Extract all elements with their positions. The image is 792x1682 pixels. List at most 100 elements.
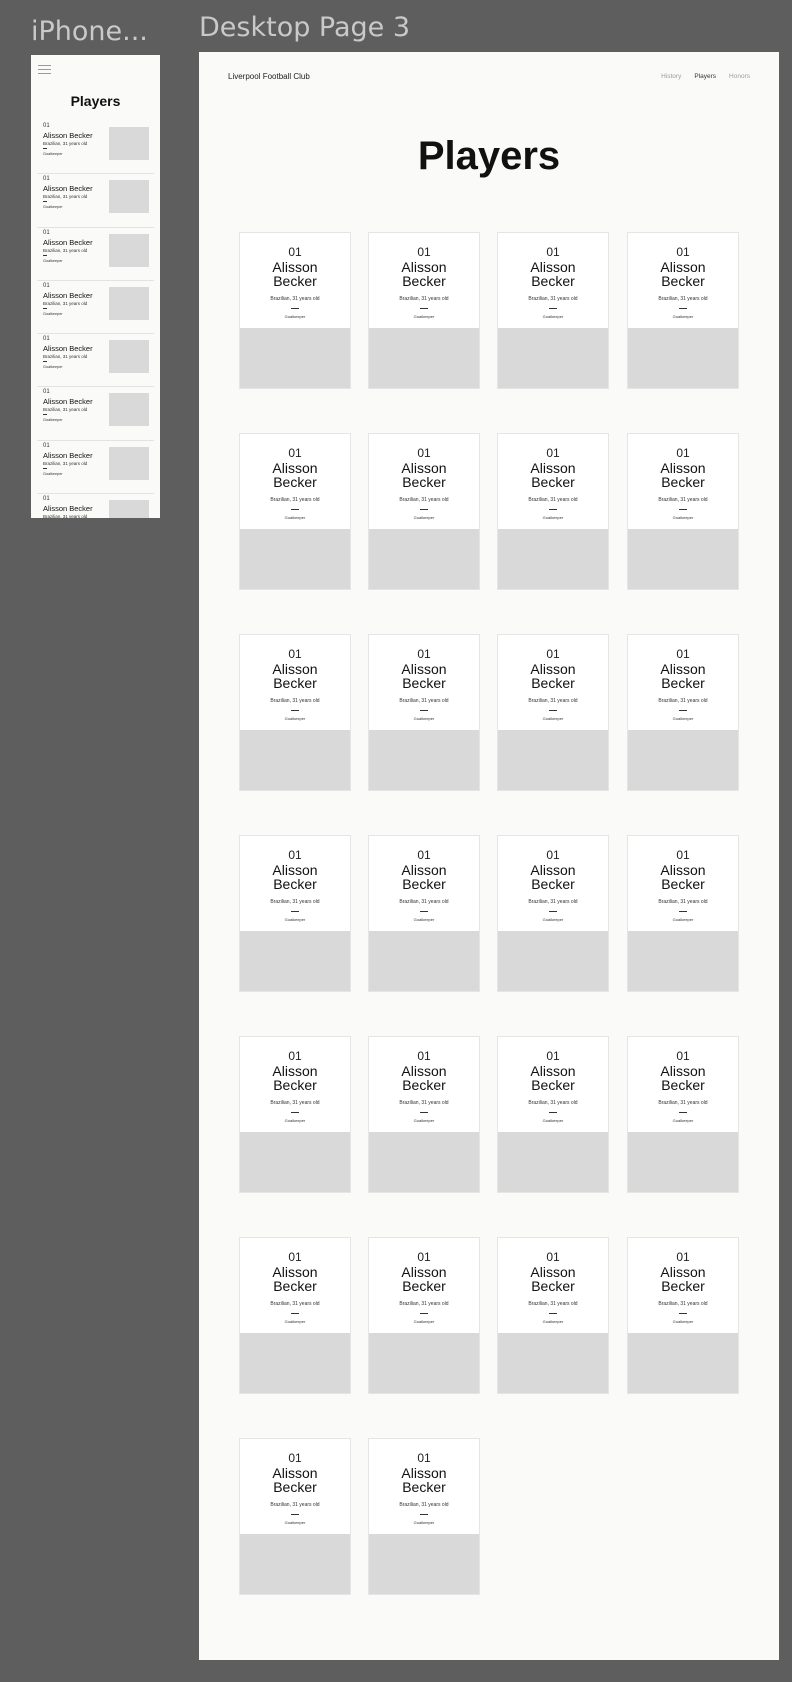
list-item[interactable]: 01Alisson BeckerBrazilian, 31 years oldG… — [37, 441, 154, 495]
player-photo-placeholder — [498, 931, 608, 991]
player-card[interactable]: 01 Alisson Becker Brazilian, 31 years old Go… — [497, 232, 609, 389]
player-card[interactable]: 01 Alisson Becker Brazilian, 31 years old Go… — [239, 433, 351, 590]
nav-link-history[interactable]: History — [661, 73, 681, 80]
player-photo-placeholder — [369, 931, 479, 991]
player-photo-placeholder — [628, 328, 738, 388]
hamburger-menu-icon[interactable] — [38, 65, 51, 74]
player-name: Alisson Becker — [369, 260, 479, 288]
player-card[interactable]: 01 Alisson Becker Brazilian, 31 years old Go… — [627, 1036, 739, 1193]
divider-dash — [679, 509, 687, 510]
player-position: Goalkeeper — [43, 205, 63, 210]
player-card[interactable]: 01 Alisson Becker Brazilian, 31 years old Go… — [627, 835, 739, 992]
list-item[interactable]: 01Alisson BeckerBrazilian, 31 years oldG… — [37, 174, 154, 228]
player-name: Alisson Becker — [369, 461, 479, 489]
player-card[interactable]: 01 Alisson Becker Brazilian, 31 years old Go… — [627, 634, 739, 791]
player-card[interactable]: 01 Alisson Becker Brazilian, 31 years old Go… — [368, 1036, 480, 1193]
player-number: 01 — [676, 1250, 690, 1264]
player-name: Alisson Becker — [369, 863, 479, 891]
player-card[interactable]: 01 Alisson Becker Brazilian, 31 years old Go… — [497, 433, 609, 590]
player-position: Goalkeeper — [542, 917, 564, 922]
player-meta: Brazilian, 31 years old — [270, 1100, 320, 1106]
divider-dash — [43, 307, 47, 309]
player-card[interactable]: 01 Alisson Becker Brazilian, 31 years old Go… — [627, 232, 739, 389]
player-name: Alisson Becker — [240, 260, 350, 288]
player-last-name: Becker — [273, 876, 317, 892]
player-card[interactable]: 01 Alisson Becker Brazilian, 31 years old Go… — [497, 835, 609, 992]
list-item[interactable]: 01Alisson BeckerBrazilian, 31 years oldG… — [37, 494, 154, 518]
nav-link-honors[interactable]: Honors — [729, 73, 750, 80]
player-name: Alisson Becker — [43, 344, 93, 354]
player-card[interactable]: 01 Alisson Becker Brazilian, 31 years old Go… — [497, 1237, 609, 1394]
player-card[interactable]: 01 Alisson Becker Brazilian, 31 years old Go… — [368, 835, 480, 992]
player-first-name: Alisson — [401, 661, 447, 677]
player-number: 01 — [417, 1451, 431, 1465]
player-meta: Brazilian, 31 years old — [658, 296, 708, 302]
player-photo-placeholder — [628, 529, 738, 589]
player-first-name: Alisson — [401, 862, 447, 878]
player-position: Goalkeeper — [672, 1118, 694, 1123]
player-meta: Brazilian, 31 years old — [270, 497, 320, 503]
player-meta: Brazilian, 31 years old — [658, 1301, 708, 1307]
club-name[interactable]: Liverpool Football Club — [228, 72, 310, 81]
player-last-name: Becker — [531, 675, 575, 691]
player-last-name: Becker — [531, 1278, 575, 1294]
player-meta: Brazilian, 31 years old — [528, 698, 578, 704]
list-item[interactable]: 01Alisson BeckerBrazilian, 31 years oldG… — [37, 281, 154, 335]
player-photo-placeholder — [498, 328, 608, 388]
player-meta: Brazilian, 31 years old — [399, 1502, 449, 1508]
player-card[interactable]: 01 Alisson Becker Brazilian, 31 years old Go… — [368, 1438, 480, 1595]
player-last-name: Becker — [273, 1077, 317, 1093]
player-card[interactable]: 01 Alisson Becker Brazilian, 31 years old Go… — [627, 1237, 739, 1394]
player-card[interactable]: 01 Alisson Becker Brazilian, 31 years old Go… — [497, 634, 609, 791]
player-name: Alisson Becker — [498, 1265, 608, 1293]
player-photo-placeholder — [498, 1132, 608, 1192]
player-first-name: Alisson — [401, 1063, 447, 1079]
player-last-name: Becker — [273, 1278, 317, 1294]
player-card[interactable]: 01 Alisson Becker Brazilian, 31 years old Go… — [368, 433, 480, 590]
list-item[interactable]: 01Alisson BeckerBrazilian, 31 years oldG… — [37, 121, 154, 175]
player-card[interactable]: 01 Alisson Becker Brazilian, 31 years old Go… — [368, 1237, 480, 1394]
player-last-name: Becker — [402, 876, 446, 892]
player-card[interactable]: 01 Alisson Becker Brazilian, 31 years old Go… — [239, 1036, 351, 1193]
player-card[interactable]: 01 Alisson Becker Brazilian, 31 years old Go… — [368, 634, 480, 791]
player-photo-placeholder — [369, 1534, 479, 1594]
player-position: Goalkeeper — [672, 515, 694, 520]
divider-dash — [420, 1313, 428, 1314]
divider-dash — [291, 1514, 299, 1515]
list-item[interactable]: 01Alisson BeckerBrazilian, 31 years oldG… — [37, 228, 154, 281]
nav-link-players[interactable]: Players — [694, 73, 716, 80]
player-card[interactable]: 01 Alisson Becker Brazilian, 31 years old Go… — [368, 232, 480, 389]
player-number: 01 — [546, 446, 560, 460]
player-meta: Brazilian, 31 years old — [399, 1301, 449, 1307]
divider-dash — [291, 1112, 299, 1113]
player-last-name: Becker — [661, 675, 705, 691]
divider-dash — [43, 254, 47, 256]
player-name: Alisson Becker — [628, 461, 738, 489]
player-photo-placeholder — [109, 340, 149, 374]
player-first-name: Alisson — [530, 259, 576, 275]
player-card[interactable]: 01 Alisson Becker Brazilian, 31 years old Go… — [627, 433, 739, 590]
player-card[interactable]: 01 Alisson Becker Brazilian, 31 years old Go… — [239, 232, 351, 389]
list-item[interactable]: 01Alisson BeckerBrazilian, 31 years oldG… — [37, 334, 154, 388]
player-position: Goalkeeper — [542, 1118, 564, 1123]
mobile-player-list: 01 Alisson Becker Brazilian, 31 years old G… — [37, 121, 154, 518]
player-first-name: Alisson — [660, 1063, 706, 1079]
player-position: Goalkeeper — [284, 716, 306, 721]
player-first-name: Alisson — [530, 1063, 576, 1079]
player-position: Goalkeeper — [413, 1319, 435, 1324]
player-number: 01 — [546, 647, 560, 661]
player-photo-placeholder — [240, 1534, 350, 1594]
player-name: Alisson Becker — [43, 237, 93, 247]
player-card[interactable]: 01 Alisson Becker Brazilian, 31 years old Go… — [239, 634, 351, 791]
player-first-name: Alisson — [401, 460, 447, 476]
player-number: 01 — [676, 848, 690, 862]
player-last-name: Becker — [661, 273, 705, 289]
player-number: 01 — [417, 647, 431, 661]
list-item[interactable]: 01Alisson BeckerBrazilian, 31 years oldG… — [37, 387, 154, 441]
player-name: Alisson Becker — [43, 450, 93, 460]
player-card[interactable]: 01 Alisson Becker Brazilian, 31 years old Go… — [239, 1438, 351, 1595]
divider-dash — [43, 414, 47, 416]
player-card[interactable]: 01 Alisson Becker Brazilian, 31 years old Go… — [239, 1237, 351, 1394]
player-card[interactable]: 01 Alisson Becker Brazilian, 31 years old Go… — [239, 835, 351, 992]
player-card[interactable]: 01 Alisson Becker Brazilian, 31 years old Go… — [497, 1036, 609, 1193]
